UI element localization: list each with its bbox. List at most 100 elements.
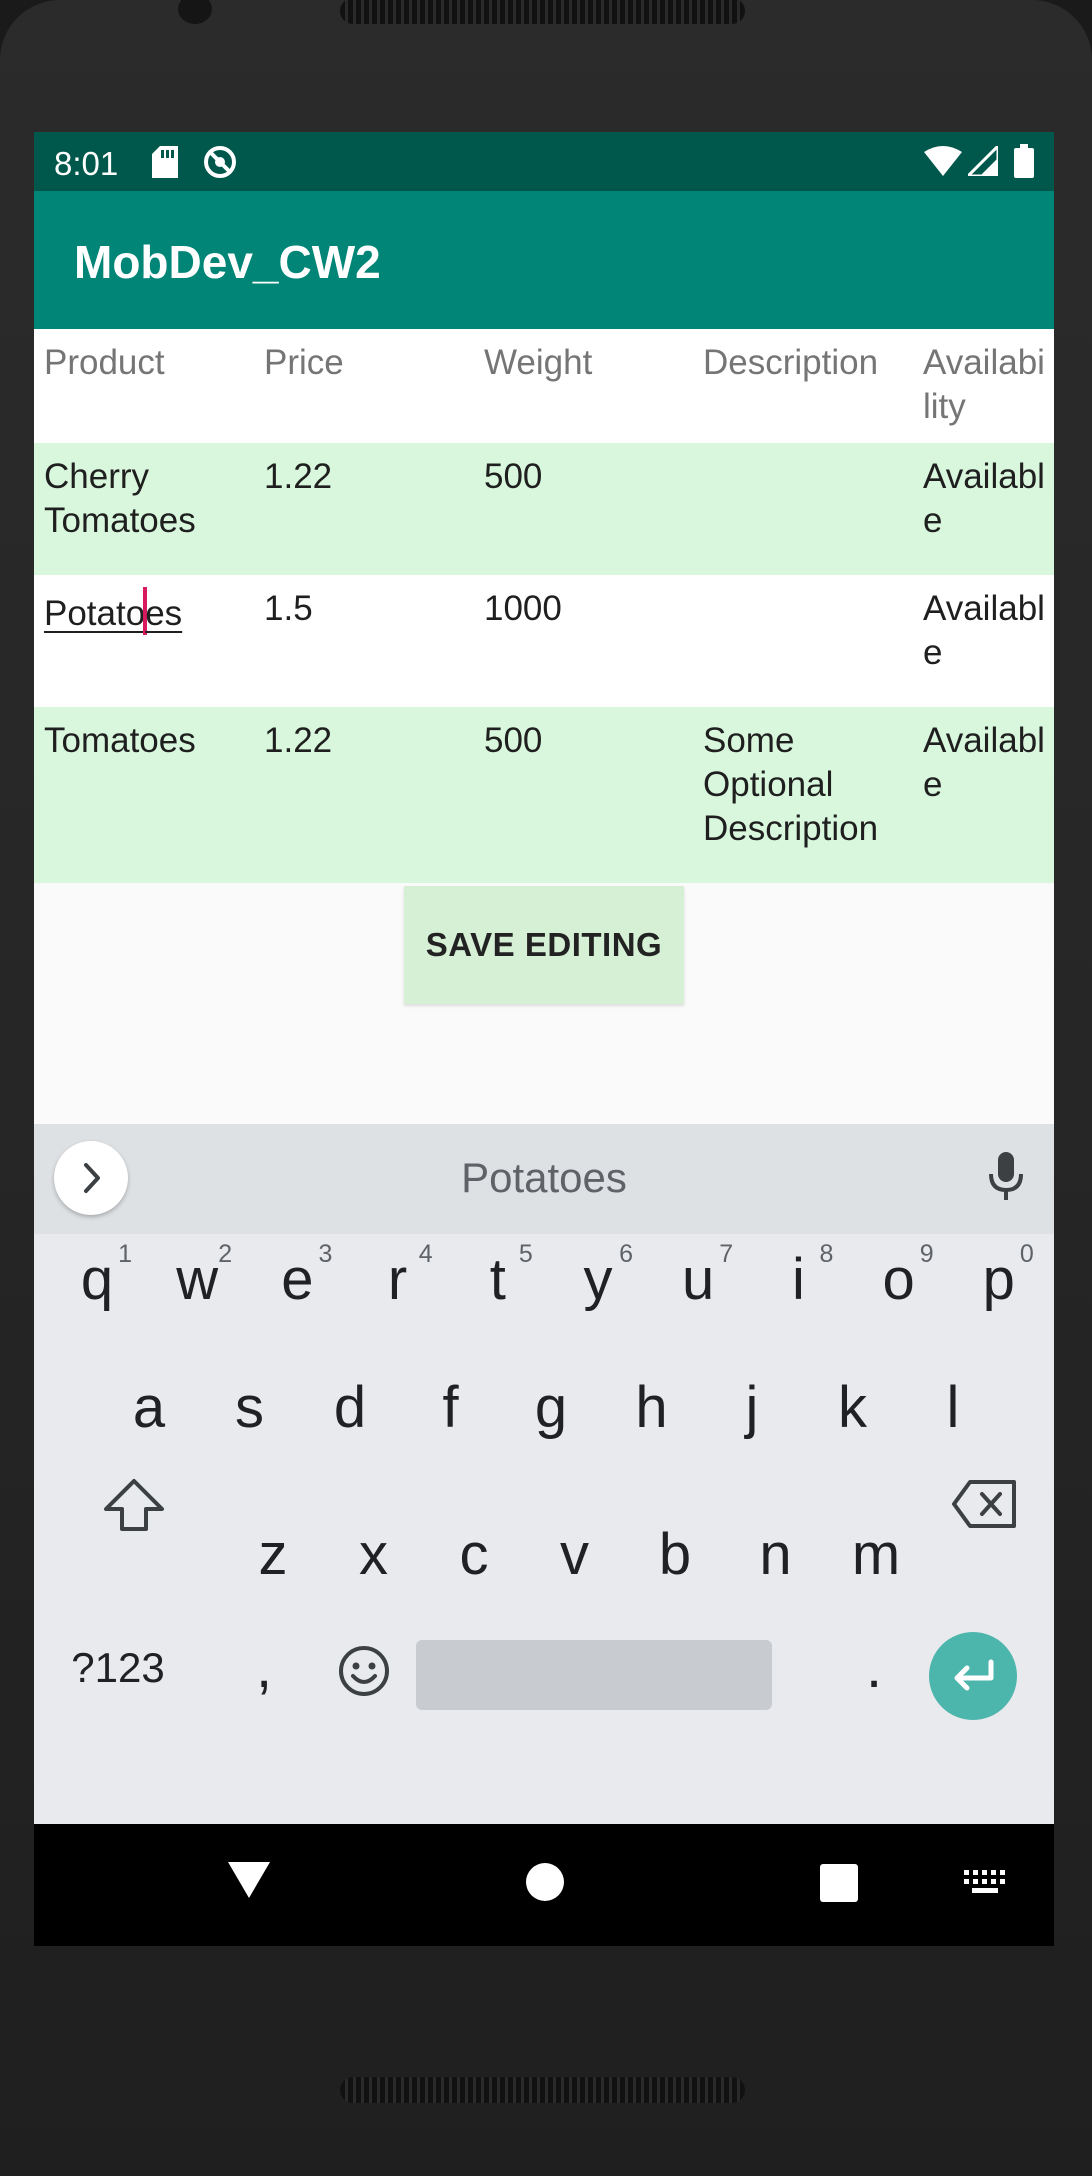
sync-off-icon [202, 144, 238, 185]
app-bar: MobDev_CW2 [34, 191, 1054, 329]
key-number-hint: 4 [418, 1240, 433, 1268]
period-key[interactable]: . [844, 1634, 904, 1701]
status-time: 8:01 [54, 145, 119, 182]
key-label: u [682, 1247, 715, 1312]
key-number-hint: 3 [318, 1240, 333, 1268]
backspace-icon [952, 1480, 1016, 1528]
key-w[interactable]: w2 [152, 1240, 242, 1313]
enter-key[interactable] [929, 1632, 1017, 1720]
key-label: v [560, 1522, 589, 1587]
recents-nav-icon[interactable] [820, 1864, 858, 1907]
soft-keyboard: Potatoes ?123 , . q 1 w 2 e 3 r 4 t 5 y … [34, 1124, 1054, 1824]
header-product: Product [44, 343, 165, 382]
key-label: j [745, 1375, 759, 1440]
shift-key[interactable] [84, 1477, 184, 1547]
key-label: c [459, 1522, 489, 1587]
key-s[interactable]: s [205, 1374, 295, 1441]
key-label: e [281, 1247, 314, 1312]
price-cell[interactable]: 1.22 [264, 455, 474, 499]
key-y[interactable]: y6 [553, 1240, 643, 1313]
availability-cell[interactable]: Available [923, 455, 1048, 543]
key-label: q [80, 1247, 114, 1312]
keyboard-switch-icon[interactable] [964, 1870, 1006, 1899]
table-row[interactable]: Cherry Tomatoes 1.22 500 Available [34, 443, 1054, 575]
front-camera [178, 0, 212, 24]
app-title: MobDev_CW2 [74, 236, 381, 288]
enter-icon [954, 1659, 994, 1691]
key-number-hint: 0 [1019, 1240, 1034, 1268]
save-editing-button[interactable]: SAVE EDITING [404, 886, 684, 1004]
header-price: Price [264, 343, 344, 382]
bottom-speaker [340, 2077, 745, 2103]
product-text-after-caret: es [145, 594, 183, 633]
key-i[interactable]: i8 [753, 1240, 843, 1313]
backspace-key[interactable] [934, 1477, 1034, 1544]
key-z[interactable]: z [228, 1521, 318, 1588]
key-m[interactable]: m [831, 1521, 921, 1588]
weight-cell[interactable]: 500 [484, 455, 694, 499]
home-nav-icon[interactable] [526, 1863, 564, 1906]
weight-cell[interactable]: 500 [484, 719, 694, 763]
screen: 8:01 MobDev_CW2 Product Price Weight Des… [34, 132, 1054, 1946]
key-d[interactable]: d [305, 1374, 395, 1441]
phone-frame: 8:01 MobDev_CW2 Product Price Weight Des… [0, 0, 1092, 2176]
table-row[interactable]: Potatoes 1.5 1000 Available [34, 575, 1054, 707]
battery-icon [1014, 144, 1034, 183]
key-f[interactable]: f [406, 1374, 496, 1441]
key-v[interactable]: v [530, 1521, 620, 1588]
key-j[interactable]: j [707, 1374, 797, 1441]
key-label: t [489, 1247, 506, 1312]
availability-cell[interactable]: Available [923, 587, 1048, 675]
back-nav-icon[interactable] [226, 1860, 272, 1905]
table-row[interactable]: Tomatoes 1.22 500 Some Optional Descript… [34, 707, 1054, 883]
symbols-key[interactable]: ?123 [58, 1644, 178, 1692]
product-table: Product Price Weight Description Availab… [34, 329, 1054, 883]
product-cell[interactable]: Cherry Tomatoes [44, 455, 254, 543]
key-x[interactable]: x [329, 1521, 419, 1588]
key-q[interactable]: q1 [52, 1240, 142, 1313]
product-edit-text[interactable]: Potatoes [44, 587, 183, 635]
key-h[interactable]: h [607, 1374, 697, 1441]
header-description: Description [703, 343, 879, 382]
key-number-hint: 2 [218, 1240, 233, 1268]
key-g[interactable]: g [506, 1374, 596, 1441]
key-e[interactable]: e3 [252, 1240, 342, 1313]
emoji-key[interactable] [314, 1644, 414, 1712]
price-cell[interactable]: 1.22 [264, 719, 474, 763]
key-label: s [235, 1375, 264, 1440]
key-u[interactable]: u7 [653, 1240, 743, 1313]
key-label: b [658, 1522, 692, 1587]
navigation-bar [34, 1824, 1054, 1946]
key-number-hint: 9 [919, 1240, 934, 1268]
key-a[interactable]: a [104, 1374, 194, 1441]
comma-key[interactable]: , [234, 1634, 294, 1701]
key-label: m [851, 1522, 901, 1587]
description-cell[interactable]: Some Optional Description [703, 719, 913, 851]
key-label: r [387, 1247, 408, 1312]
key-l[interactable]: l [908, 1374, 998, 1441]
suggestion-word[interactable]: Potatoes [34, 1154, 1054, 1202]
key-b[interactable]: b [630, 1521, 720, 1588]
key-r[interactable]: r4 [353, 1240, 443, 1313]
weight-cell[interactable]: 1000 [484, 587, 694, 631]
key-p[interactable]: p0 [954, 1240, 1044, 1313]
product-edit-field[interactable]: Potatoes [44, 587, 254, 636]
key-number-hint: 5 [518, 1240, 533, 1268]
key-number-hint: 7 [719, 1240, 734, 1268]
key-t[interactable]: t5 [453, 1240, 543, 1313]
microphone-icon[interactable] [986, 1150, 1026, 1209]
product-cell[interactable]: Tomatoes [44, 719, 254, 763]
key-k[interactable]: k [808, 1374, 898, 1441]
space-key[interactable] [416, 1640, 772, 1710]
key-n[interactable]: n [731, 1521, 821, 1588]
key-label: g [534, 1375, 568, 1440]
key-number-hint: 8 [819, 1240, 834, 1268]
key-label: y [583, 1247, 613, 1312]
key-c[interactable]: c [429, 1521, 519, 1588]
signal-icon [964, 142, 1000, 181]
availability-cell[interactable]: Available [923, 719, 1048, 807]
price-cell[interactable]: 1.5 [264, 587, 474, 631]
product-text-before-caret: Potato [44, 594, 146, 633]
key-o[interactable]: o9 [854, 1240, 944, 1313]
key-label: w [176, 1247, 219, 1312]
